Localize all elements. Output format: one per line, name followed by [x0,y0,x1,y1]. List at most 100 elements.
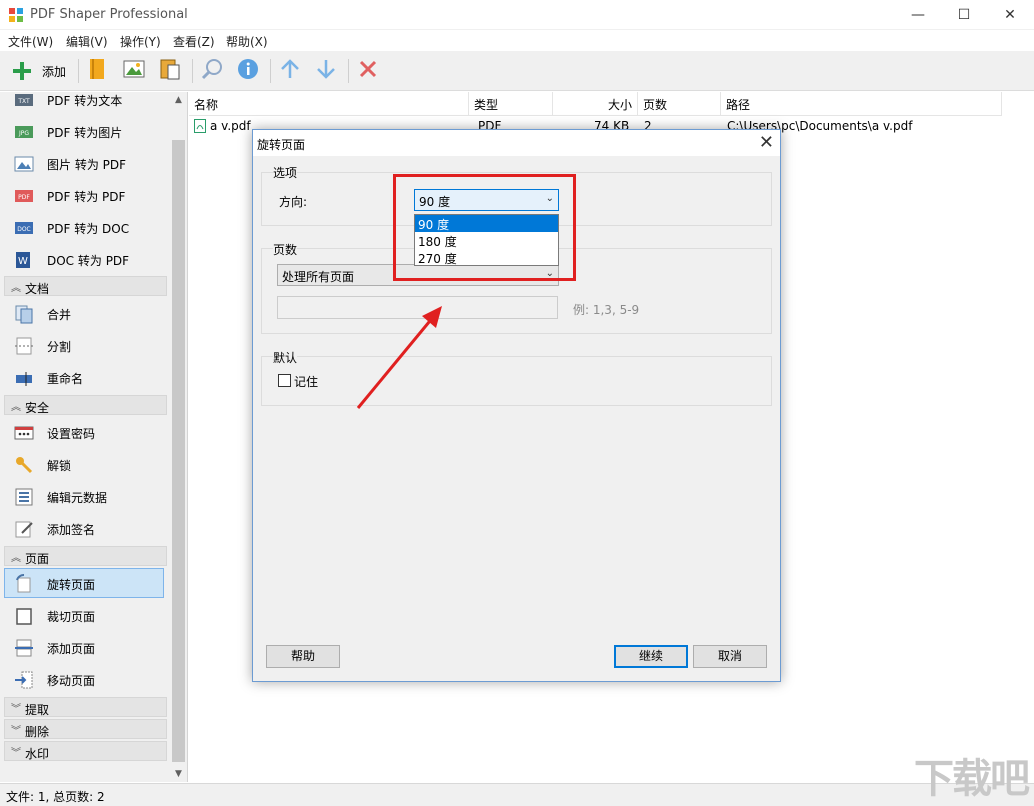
info-button[interactable] [236,57,262,85]
menu-help[interactable]: 帮助(X) [226,33,268,50]
move-up-button[interactable] [278,57,304,85]
doc-icon: DOC [15,222,33,234]
site-watermark: 下载吧 [914,756,1030,802]
window-title: PDF Shaper Professional [30,7,188,22]
status-text: 文件: 1, 总页数: 2 [6,790,105,804]
svg-text:W: W [18,256,28,267]
scroll-up-arrow-icon[interactable]: ▲ [170,92,187,108]
split-icon [15,337,33,355]
sidebar-group-watermark[interactable]: ︾ 水印 [4,741,167,761]
svg-text:JPG: JPG [18,130,29,137]
direction-label: 方向: [279,195,308,209]
signature-icon [15,521,33,538]
sidebar-item-split[interactable]: 分割 [4,330,164,360]
sidebar: TXT PDF 转为文本 JPG PDF 转为图片 图片 转为 PDF PDF … [0,92,188,782]
app-logo-icon [9,8,23,22]
scrollbar-thumb[interactable] [172,140,185,762]
image-icon [123,60,145,78]
sidebar-item-merge[interactable]: 合并 [4,298,164,328]
dialog-title: 旋转页面 [257,138,306,152]
sidebar-item-add-signature[interactable]: 添加签名 [4,513,164,543]
chevron-up-icon: ︽ [11,553,21,564]
paste-button[interactable] [158,57,184,85]
add-image-button[interactable] [122,57,148,85]
toolbar-separator [192,59,193,83]
sidebar-item-pdf-to-pdf[interactable]: PDF PDF 转为 PDF [4,180,164,210]
add-button[interactable]: 添加 [8,57,72,85]
password-icon [14,426,34,440]
svg-text:DOC: DOC [17,226,31,233]
minimize-button[interactable]: — [895,0,941,30]
options-group-title: 选项 [273,164,298,181]
pages-group-title: 页数 [273,241,298,258]
column-header-size[interactable]: 大小 [553,92,638,116]
sidebar-scrollbar[interactable]: ▲ ▼ [170,92,187,782]
sidebar-item-pdf-to-image[interactable]: JPG PDF 转为图片 [4,116,164,146]
chevron-down-icon: ︾ [11,704,21,715]
arrow-down-icon [317,60,335,79]
cancel-button[interactable]: 取消 [693,645,767,668]
svg-text:PDF: PDF [18,194,30,201]
chevron-up-icon: ︽ [11,402,21,413]
folder-icon [90,59,104,79]
remember-label: 记住 [294,375,319,389]
sidebar-item-crop-pages[interactable]: 裁切页面 [4,600,164,630]
search-icon [201,59,222,80]
sidebar-group-extract[interactable]: ︾ 提取 [4,697,167,717]
continue-button[interactable]: 继续 [614,645,688,668]
toolbar: 添加 [0,51,1034,91]
search-button[interactable] [200,57,226,85]
dialog-close-icon[interactable]: ✕ [759,132,774,153]
pdf-file-icon [194,119,206,133]
sidebar-item-add-pages[interactable]: 添加页面 [4,632,164,662]
remember-checkbox[interactable] [278,374,291,387]
help-button[interactable]: 帮助 [266,645,340,668]
column-header-pages[interactable]: 页数 [638,92,721,116]
menu-action[interactable]: 操作(Y) [120,33,161,50]
title-bar: PDF Shaper Professional — ☐ ✕ [0,0,1034,30]
sidebar-item-unlock[interactable]: 解锁 [4,449,164,479]
add-label: 添加 [42,65,67,79]
add-page-icon [15,639,33,657]
info-icon [238,59,258,79]
sidebar-item-doc-to-pdf[interactable]: W DOC 转为 PDF [4,244,164,274]
move-page-icon [15,671,33,689]
delete-button[interactable] [356,57,382,85]
sidebar-item-edit-metadata[interactable]: 编辑元数据 [4,481,164,511]
sidebar-group-security[interactable]: ︽ 安全 [4,395,167,415]
toolbar-separator [348,59,349,83]
svg-text:TXT: TXT [17,98,30,105]
sidebar-group-delete[interactable]: ︾ 删除 [4,719,167,739]
file-name-cell: a v.pdf [210,119,251,133]
maximize-button[interactable]: ☐ [941,0,987,30]
chevron-down-icon: ︾ [11,726,21,737]
sidebar-item-pdf-to-doc[interactable]: DOC PDF 转为 DOC [4,212,164,242]
open-folder-button[interactable] [86,57,112,85]
sidebar-item-rotate-pages[interactable]: 旋转页面 [4,568,164,598]
sidebar-item-pdf-to-text[interactable]: TXT PDF 转为文本 [4,92,164,114]
rename-icon [16,372,32,386]
chevron-down-icon: ︾ [11,748,21,759]
merge-icon [15,305,33,324]
column-header-type[interactable]: 类型 [469,92,553,116]
pdf-icon: PDF [15,190,33,202]
sidebar-group-pages[interactable]: ︽ 页面 [4,546,167,566]
menu-edit[interactable]: 编辑(V) [66,33,108,50]
sidebar-item-set-password[interactable]: 设置密码 [4,417,164,447]
column-header-name[interactable]: 名称 [189,92,469,116]
sidebar-item-image-to-pdf[interactable]: 图片 转为 PDF [4,148,164,178]
sidebar-item-rename[interactable]: 重命名 [4,362,164,392]
status-bar: 文件: 1, 总页数: 2 [0,783,1034,806]
annotation-highlight-box [393,174,576,281]
move-down-button[interactable] [314,57,340,85]
annotation-arrow [356,306,442,409]
word-icon: W [16,252,30,268]
sidebar-group-document[interactable]: ︽ 文档 [4,276,167,296]
sidebar-item-move-pages[interactable]: 移动页面 [4,664,164,694]
scroll-down-arrow-icon[interactable]: ▼ [170,766,187,782]
menu-file[interactable]: 文件(W) [8,33,53,50]
column-header-path[interactable]: 路径 [721,92,1002,116]
close-window-button[interactable]: ✕ [987,0,1033,30]
menu-view[interactable]: 查看(Z) [173,33,215,50]
default-group [261,356,772,406]
